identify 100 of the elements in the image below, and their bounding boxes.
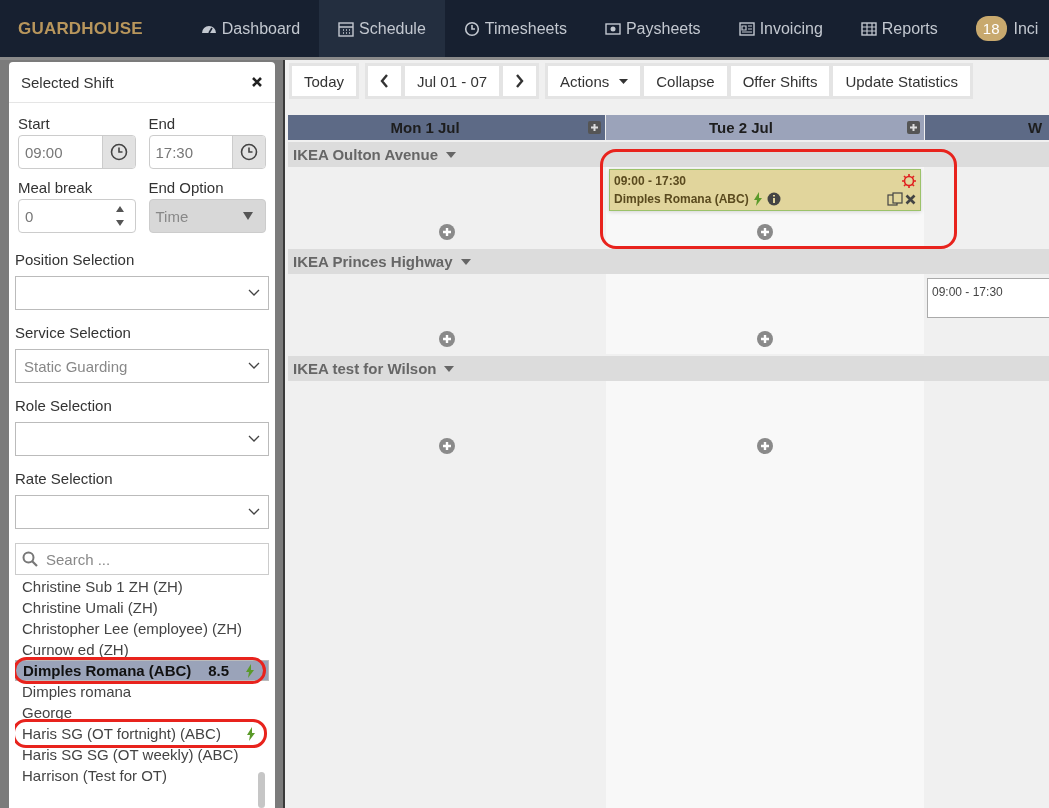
- clock-button[interactable]: [232, 136, 265, 168]
- employee-item[interactable]: Curnow ed (ZH): [15, 639, 269, 660]
- employee-name: Dimples romana: [22, 683, 132, 700]
- add-shift-icon[interactable]: [438, 224, 455, 240]
- employee-name: Christine Sub 1 ZH (ZH): [22, 578, 183, 595]
- employee-name: Dimples Romana (ABC): [614, 192, 749, 206]
- day-label: Mon 1 Jul: [390, 119, 461, 136]
- site-header[interactable]: IKEA Princes Highway: [288, 249, 1049, 274]
- select-field[interactable]: Static Guarding: [15, 349, 269, 383]
- table-icon: [860, 20, 877, 37]
- clock-icon: [240, 143, 258, 161]
- toolbar-button[interactable]: Today: [292, 66, 357, 96]
- scrollbar-thumb[interactable]: [258, 772, 265, 808]
- toolbar-button[interactable]: Jul 01 - 07: [405, 66, 500, 96]
- field-label: End Option: [148, 179, 225, 196]
- nav-link[interactable]: Schedule: [319, 0, 445, 57]
- employee-item[interactable]: Haris SG SG (OT weekly) (ABC): [15, 744, 269, 765]
- nav-link[interactable]: Dashboard: [181, 0, 320, 57]
- close-icon[interactable]: [251, 76, 263, 88]
- employee-name: Christine Umali (ZH): [22, 599, 158, 616]
- end-input[interactable]: 17:30: [148, 135, 266, 169]
- chevron-left-icon: [380, 74, 390, 88]
- employee-item[interactable]: Christopher Lee (employee) (ZH): [15, 618, 269, 639]
- employee-name: Haris SG SG (OT weekly) (ABC): [22, 746, 239, 763]
- add-shift-icon[interactable]: [757, 224, 773, 240]
- field-label: Service Selection: [15, 324, 132, 341]
- caret-icon: [619, 78, 629, 84]
- shift-time: 09:00 - 17:30: [614, 174, 687, 188]
- newspaper-icon: [738, 20, 755, 37]
- next-week-button[interactable]: [503, 66, 537, 96]
- field-label: Meal break: [18, 179, 94, 196]
- employee-item[interactable]: Christine Umali (ZH): [15, 597, 269, 618]
- employee-item[interactable]: Dimples Romana (ABC) 8.5: [15, 660, 269, 681]
- toolbar-button[interactable]: Offer Shifts: [730, 66, 830, 96]
- calendar-icon: [338, 20, 355, 37]
- clock-button[interactable]: [101, 136, 135, 168]
- shift-card[interactable]: 09:00 - 17:30 Dimples Romana (ABC): [609, 169, 921, 211]
- toolbar-button[interactable]: Collapse: [644, 66, 727, 96]
- add-shift-icon[interactable]: [438, 438, 455, 454]
- chevron-down-icon: [248, 508, 260, 516]
- start-input[interactable]: 09:00: [18, 135, 136, 169]
- open-shift-card[interactable]: 09:00 - 17:30: [927, 278, 1049, 318]
- clock-icon: [109, 143, 128, 161]
- site-header[interactable]: IKEA test for Wilson: [288, 356, 1049, 381]
- caret-icon: [444, 365, 455, 372]
- site-name: IKEA Oulton Avenue: [293, 146, 438, 163]
- plus-square-icon: [907, 121, 920, 134]
- field-label: Start: [18, 115, 51, 132]
- nav-link[interactable]: 18 Inci: [956, 0, 1049, 57]
- count-badge: 18: [975, 16, 1007, 41]
- hours-value: 8.5: [208, 662, 230, 679]
- day-label: Tue 2 Jul: [709, 119, 774, 136]
- add-shift-icon[interactable]: [757, 331, 773, 347]
- field-label: Rate Selection: [15, 470, 114, 487]
- field-label: End: [148, 115, 177, 132]
- lightning-bolt-icon: [247, 726, 255, 741]
- employee-name: Christopher Lee (employee) (ZH): [22, 620, 243, 637]
- add-shift-icon[interactable]: [757, 438, 773, 454]
- employee-item[interactable]: Christine Sub 1 ZH (ZH): [15, 576, 269, 597]
- logo[interactable]: GUARDHOUSE: [0, 18, 182, 39]
- employee-item[interactable]: Dimples romana: [15, 681, 269, 702]
- employee-item[interactable]: George: [15, 702, 269, 723]
- add-shift-icon[interactable]: [438, 331, 455, 347]
- employee-name: George: [22, 704, 73, 721]
- caret-icon: [243, 212, 253, 220]
- select-field[interactable]: [15, 495, 269, 529]
- caret-icon: [446, 151, 456, 158]
- chevron-right-icon: [515, 74, 525, 88]
- employee-item[interactable]: Harrison (Test for OT): [15, 765, 269, 786]
- employee-name: Haris SG (OT fortnight) (ABC): [22, 725, 221, 742]
- toolbar-button[interactable]: Update Statistics: [833, 66, 970, 96]
- actions-dropdown-button[interactable]: Actions: [548, 66, 641, 96]
- previous-week-button[interactable]: [368, 66, 402, 96]
- nav-link[interactable]: Timesheets: [444, 0, 586, 57]
- nav-link[interactable]: Paysheets: [585, 0, 720, 57]
- select-field[interactable]: [15, 276, 269, 310]
- select-field[interactable]: [15, 422, 269, 456]
- search-icon: [22, 551, 38, 567]
- nav-link[interactable]: Invoicing: [719, 0, 842, 57]
- number-input[interactable]: 0: [18, 199, 136, 233]
- field-label: Role Selection: [15, 397, 113, 414]
- search-field[interactable]: Search ...: [15, 543, 269, 575]
- clock-icon: [463, 20, 480, 37]
- employee-item[interactable]: Haris SG (OT fortnight) (ABC): [15, 723, 269, 744]
- employee-name: Harrison (Test for OT): [22, 767, 168, 784]
- lightning-bolt-icon: [753, 192, 762, 206]
- site-header[interactable]: IKEA Oulton Avenue: [288, 142, 1049, 167]
- employee-name: Curnow ed (ZH): [22, 641, 129, 658]
- nav-link[interactable]: Reports: [841, 0, 957, 57]
- day-label: W: [1028, 119, 1044, 136]
- gear-icon: [900, 171, 916, 188]
- chevron-down-icon: [248, 435, 260, 443]
- stepper-arrows-icon: [114, 205, 125, 227]
- copy-icon: [887, 192, 903, 206]
- info-icon: [766, 192, 781, 206]
- field-label: Position Selection: [15, 251, 136, 268]
- chevron-down-icon: [248, 289, 260, 297]
- day-header[interactable]: Tue 2 Jul: [606, 115, 924, 140]
- panel-title: Selected Shift: [21, 73, 114, 91]
- lightning-bolt-icon: [246, 663, 254, 678]
